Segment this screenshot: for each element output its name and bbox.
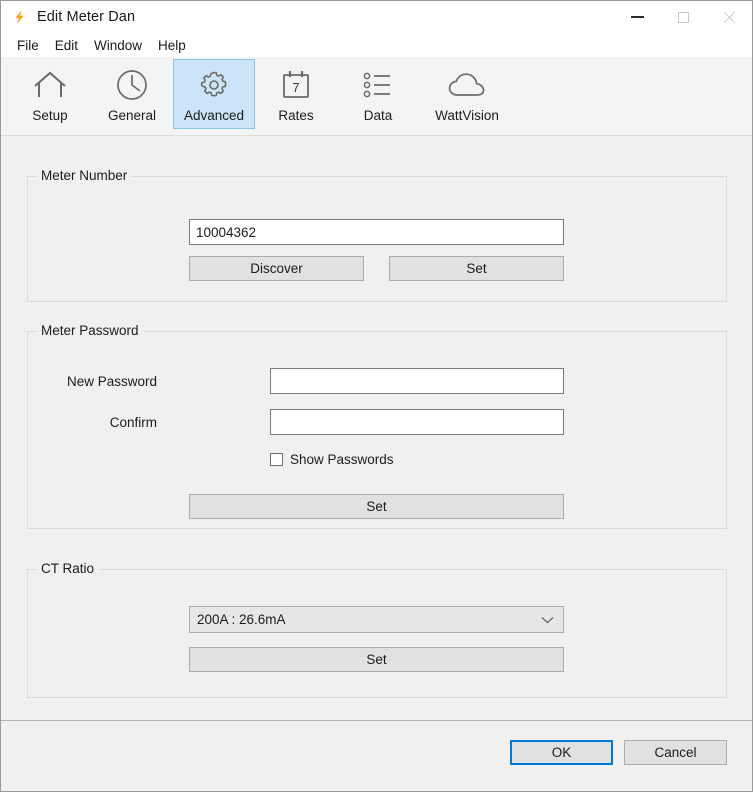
new-password-input[interactable]	[270, 368, 564, 394]
show-passwords-checkbox-row[interactable]: Show Passwords	[270, 452, 394, 467]
meter-password-set-button[interactable]: Set	[189, 494, 564, 519]
content-panel: Meter Number Discover Set Meter Password…	[1, 136, 752, 721]
ct-ratio-group: CT Ratio	[27, 569, 727, 698]
window-controls	[614, 1, 752, 33]
cloud-icon	[445, 65, 489, 105]
meter-password-group-title: Meter Password	[37, 323, 143, 338]
toolbar-item-data[interactable]: Data	[337, 59, 419, 129]
toolbar-label-setup: Setup	[32, 108, 67, 123]
lightning-bolt-icon	[12, 9, 28, 25]
toolbar-label-general: General	[108, 108, 156, 123]
toolbar-label-rates: Rates	[278, 108, 313, 123]
close-button[interactable]	[706, 1, 752, 33]
new-password-label: New Password	[41, 374, 157, 389]
ct-ratio-set-button[interactable]: Set	[189, 647, 564, 672]
confirm-password-input[interactable]	[270, 409, 564, 435]
meter-number-set-button[interactable]: Set	[389, 256, 564, 281]
toolbar-item-wattvision[interactable]: WattVision	[419, 59, 515, 129]
menu-item-help[interactable]: Help	[150, 36, 194, 55]
close-icon	[723, 11, 736, 24]
list-icon	[356, 65, 400, 105]
dialog-footer: OK Cancel	[1, 721, 752, 791]
maximize-icon	[678, 12, 689, 23]
cancel-button[interactable]: Cancel	[624, 740, 727, 765]
minimize-icon	[631, 16, 644, 18]
minimize-button[interactable]	[614, 1, 660, 33]
toolbar-label-advanced: Advanced	[184, 108, 244, 123]
maximize-button[interactable]	[660, 1, 706, 33]
meter-number-input[interactable]	[189, 219, 564, 245]
toolbar-item-advanced[interactable]: Advanced	[173, 59, 255, 129]
menu-item-edit[interactable]: Edit	[47, 36, 86, 55]
ct-ratio-select[interactable]: 200A : 26.6mA	[189, 606, 564, 633]
edit-meter-window: Edit Meter Dan File Edit Window Help	[0, 0, 753, 792]
meter-number-group-title: Meter Number	[37, 168, 131, 183]
calendar-icon: 7	[274, 65, 318, 105]
show-passwords-checkbox[interactable]	[270, 453, 283, 466]
clock-icon	[110, 65, 154, 105]
toolbar-item-rates[interactable]: 7 Rates	[255, 59, 337, 129]
chevron-down-icon	[541, 616, 554, 624]
ok-button[interactable]: OK	[510, 740, 613, 765]
home-icon	[28, 65, 72, 105]
gear-icon	[192, 65, 236, 105]
ct-ratio-group-title: CT Ratio	[37, 561, 98, 576]
toolbar: Setup General Advanced	[1, 57, 752, 136]
menu-bar: File Edit Window Help	[1, 33, 752, 57]
toolbar-item-general[interactable]: General	[91, 59, 173, 129]
discover-button[interactable]: Discover	[189, 256, 364, 281]
menu-item-file[interactable]: File	[9, 36, 47, 55]
toolbar-item-setup[interactable]: Setup	[9, 59, 91, 129]
ct-ratio-selected-value: 200A : 26.6mA	[197, 612, 286, 627]
window-title: Edit Meter Dan	[37, 9, 135, 25]
show-passwords-label: Show Passwords	[290, 452, 394, 467]
title-bar: Edit Meter Dan	[1, 1, 752, 33]
toolbar-label-wattvision: WattVision	[435, 108, 499, 123]
toolbar-label-data: Data	[364, 108, 393, 123]
svg-text:7: 7	[292, 80, 299, 95]
confirm-password-label: Confirm	[41, 415, 157, 430]
menu-item-window[interactable]: Window	[86, 36, 150, 55]
